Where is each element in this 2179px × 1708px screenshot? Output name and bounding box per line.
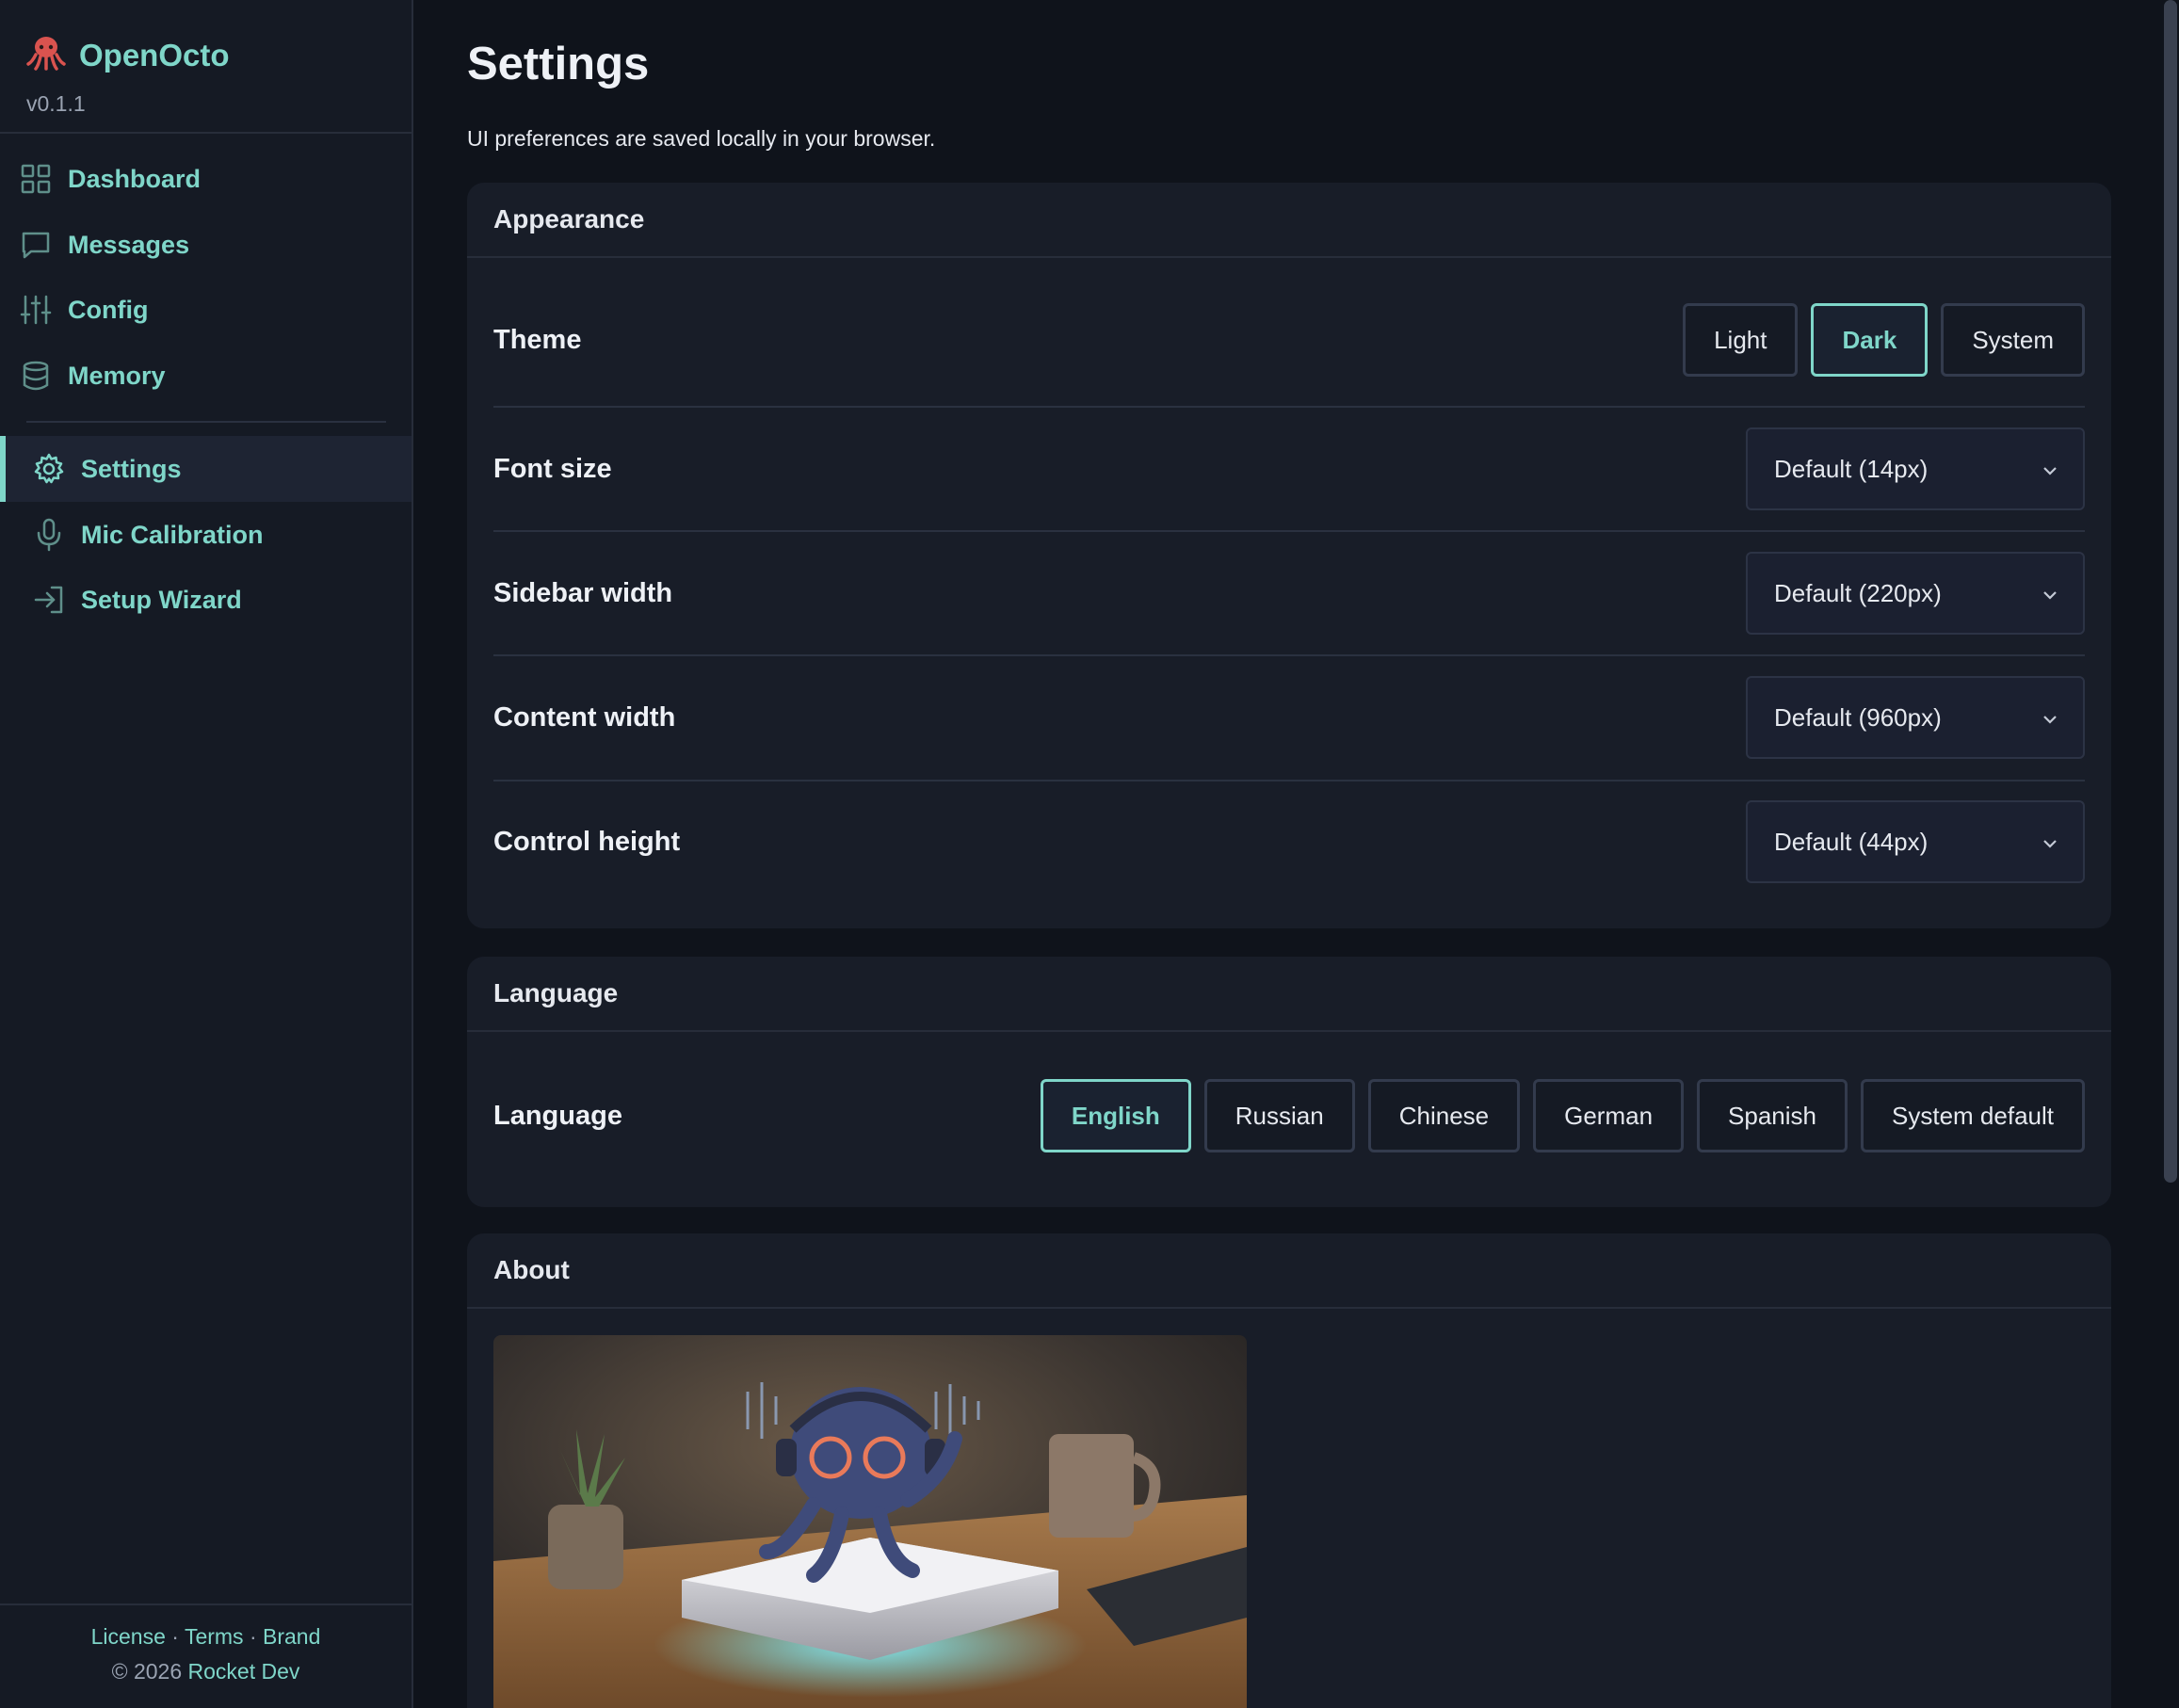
chat-bubble-icon xyxy=(18,227,54,263)
language-spanish-button[interactable]: Spanish xyxy=(1697,1079,1848,1152)
theme-light-button[interactable]: Light xyxy=(1683,303,1799,377)
divider xyxy=(26,421,386,423)
language-segmented-control: English Russian Chinese German Spanish S… xyxy=(1040,1079,2085,1152)
app-name: OpenOcto xyxy=(79,37,230,73)
sidebar: OpenOcto v0.1.1 Dashboard Messages Confi xyxy=(0,0,413,1708)
divider xyxy=(0,1603,412,1605)
font-size-label: Font size xyxy=(493,453,612,484)
language-english-button[interactable]: English xyxy=(1040,1079,1191,1152)
theme-system-button[interactable]: System xyxy=(1941,303,2085,377)
sidebar-item-settings[interactable]: Settings xyxy=(0,436,412,502)
select-value: Default (44px) xyxy=(1774,827,1929,856)
theme-row: Theme Light Dark System xyxy=(493,299,2085,380)
org-link[interactable]: Rocket Dev xyxy=(188,1659,300,1684)
database-icon xyxy=(18,358,54,394)
sidebar-width-row: Sidebar width Default (220px) xyxy=(493,552,2085,635)
select-value: Default (14px) xyxy=(1774,454,1929,483)
sidebar-item-label: Messages xyxy=(68,230,190,259)
divider xyxy=(493,654,2085,656)
sidebar-item-dashboard[interactable]: Dashboard xyxy=(0,146,412,212)
divider xyxy=(493,780,2085,781)
language-card: Language Language English Russian Chines… xyxy=(467,957,2111,1207)
language-chinese-button[interactable]: Chinese xyxy=(1367,1079,1521,1152)
divider xyxy=(493,406,2085,408)
chevron-down-icon xyxy=(2040,707,2060,736)
language-system-default-button[interactable]: System default xyxy=(1861,1079,2085,1152)
sidebar-footer: License · Terms · Brand © 2026 Rocket De… xyxy=(0,1624,412,1684)
terms-link[interactable]: Terms xyxy=(185,1624,244,1649)
sidebar-item-label: Settings xyxy=(81,454,182,483)
scrollbar[interactable] xyxy=(2164,0,2177,1183)
language-russian-button[interactable]: Russian xyxy=(1203,1079,1355,1152)
language-row: Language English Russian Chinese German … xyxy=(493,1077,2085,1154)
chevron-down-icon xyxy=(2040,831,2060,861)
mascot-illustration xyxy=(493,1335,1247,1708)
control-height-row: Control height Default (44px) xyxy=(493,800,2085,883)
divider xyxy=(0,132,412,134)
separator: · xyxy=(249,1624,257,1649)
octopus-icon xyxy=(26,34,66,76)
divider xyxy=(493,530,2085,532)
page-subtitle: UI preferences are saved locally in your… xyxy=(467,126,936,151)
control-height-label: Control height xyxy=(493,826,681,857)
language-label: Language xyxy=(493,1100,622,1131)
sidebar-item-label: Config xyxy=(68,295,149,324)
card-header: Appearance xyxy=(467,183,2111,258)
sliders-icon xyxy=(18,292,54,328)
content-width-row: Content width Default (960px) xyxy=(493,676,2085,759)
card-header: About xyxy=(467,1233,2111,1309)
license-link[interactable]: License xyxy=(91,1624,166,1649)
microphone-icon xyxy=(31,517,67,553)
chevron-down-icon xyxy=(2040,459,2060,488)
sidebar-item-label: Dashboard xyxy=(68,164,202,193)
sidebar-item-messages[interactable]: Messages xyxy=(0,212,412,278)
sidebar-item-setup-wizard[interactable]: Setup Wizard xyxy=(0,567,412,633)
appearance-card: Appearance Theme Light Dark System Font … xyxy=(467,183,2111,928)
content-width-label: Content width xyxy=(493,701,676,733)
content-width-select[interactable]: Default (960px) xyxy=(1746,676,2085,759)
theme-segmented-control: Light Dark System xyxy=(1683,303,2085,377)
page-title: Settings xyxy=(467,39,650,89)
sidebar-item-label: Mic Calibration xyxy=(81,520,264,549)
brand-link[interactable]: Brand xyxy=(263,1624,320,1649)
theme-label: Theme xyxy=(493,324,582,355)
sidebar-item-config[interactable]: Config xyxy=(0,277,412,343)
app-version: v0.1.1 xyxy=(26,91,86,116)
sidebar-item-label: Memory xyxy=(68,361,166,390)
sign-in-arrow-icon xyxy=(31,582,67,618)
separator: · xyxy=(171,1624,179,1649)
sidebar-width-select[interactable]: Default (220px) xyxy=(1746,552,2085,635)
grid-icon xyxy=(18,161,54,197)
card-header: Language xyxy=(467,957,2111,1032)
select-value: Default (220px) xyxy=(1774,578,1942,607)
select-value: Default (960px) xyxy=(1774,702,1942,732)
chevron-down-icon xyxy=(2040,583,2060,612)
font-size-select[interactable]: Default (14px) xyxy=(1746,427,2085,510)
sidebar-item-memory[interactable]: Memory xyxy=(0,343,412,409)
language-german-button[interactable]: German xyxy=(1533,1079,1685,1152)
sidebar-item-label: Setup Wizard xyxy=(81,585,242,614)
theme-dark-button[interactable]: Dark xyxy=(1811,303,1929,377)
brand: OpenOcto v0.1.1 xyxy=(26,34,230,116)
font-size-row: Font size Default (14px) xyxy=(493,427,2085,510)
sidebar-item-mic-calibration[interactable]: Mic Calibration xyxy=(0,502,412,568)
control-height-select[interactable]: Default (44px) xyxy=(1746,800,2085,883)
copyright: © 2026 xyxy=(111,1659,183,1684)
gear-icon xyxy=(31,451,67,487)
sidebar-width-label: Sidebar width xyxy=(493,577,673,608)
